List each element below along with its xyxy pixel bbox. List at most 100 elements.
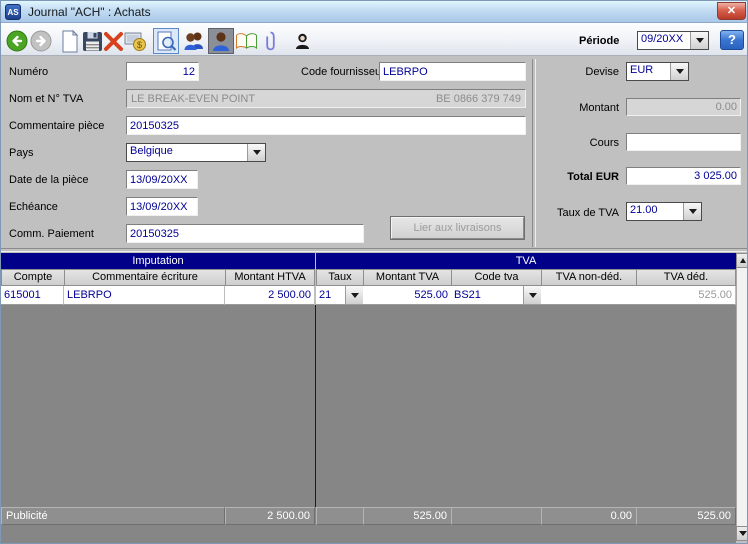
summary-montant-htva: 2 500.00 [225, 507, 315, 525]
devise-value: EUR [630, 64, 654, 76]
summary-code-tva [451, 507, 542, 525]
chevron-down-icon[interactable] [523, 286, 541, 304]
paperclip-icon [265, 31, 275, 50]
taux-tva-select[interactable]: 21.00 [626, 202, 702, 221]
cell-tva-non-ded[interactable] [541, 286, 637, 305]
group-header-tva: TVA [316, 253, 736, 269]
summary-tva-ded: 525.00 [636, 507, 736, 525]
col-header-tva-non-ded[interactable]: TVA non-déd. [541, 269, 637, 286]
devise-label: Devise [585, 66, 619, 78]
code-fournisseur-input[interactable] [379, 62, 526, 81]
new-document-icon [62, 29, 79, 52]
cell-commentaire[interactable]: LEBRPO [64, 286, 225, 305]
cell-montant-tva[interactable]: 525.00 [363, 286, 452, 305]
cell-taux[interactable]: 21 [316, 286, 364, 305]
col-header-montant-htva[interactable]: Montant HTVA [225, 269, 315, 286]
taux-tva-label: Taux de TVA [557, 207, 619, 219]
cell-code-tva[interactable]: BS21 [451, 286, 542, 305]
col-header-compte[interactable]: Compte [1, 269, 65, 286]
summary-tva-non-ded: 0.00 [541, 507, 637, 525]
montant-input [626, 98, 741, 116]
fournisseur-vat-number: BE 0866 379 749 [435, 92, 521, 105]
echeance-label: Echéance [9, 201, 58, 213]
search-document-button[interactable] [153, 28, 179, 54]
summary-montant-tva: 525.00 [363, 507, 452, 525]
scroll-up-button[interactable] [736, 253, 747, 268]
window-title: Journal "ACH" : Achats [28, 5, 151, 19]
period-value: 09/20XX [641, 33, 684, 45]
chevron-down-icon[interactable] [683, 203, 701, 220]
fournisseur-name: LE BREAK-EVEN POINT [131, 92, 256, 105]
cell-tva-ded: 525.00 [636, 286, 736, 305]
chevron-down-icon[interactable] [690, 32, 708, 49]
title-bar: AS Journal "ACH" : Achats [1, 1, 747, 23]
pays-value: Belgique [130, 145, 173, 157]
attachment-button[interactable] [257, 28, 283, 54]
cours-input[interactable] [626, 133, 741, 151]
form-vertical-divider [532, 59, 536, 247]
code-fournisseur-label: Code fournisseur [301, 66, 385, 78]
svg-text:$: $ [137, 40, 142, 50]
period-select[interactable]: 09/20XX [637, 31, 709, 50]
date-piece-label: Date de la pièce [9, 174, 89, 186]
scroll-down-button[interactable] [736, 526, 747, 541]
chevron-down-icon[interactable] [670, 63, 688, 80]
cell-compte[interactable]: 615001 [1, 286, 64, 305]
grid-section-divider [315, 305, 316, 507]
vertical-scrollbar[interactable] [736, 253, 747, 541]
pays-select[interactable]: Belgique [126, 143, 266, 162]
form-bottom-divider [1, 248, 747, 252]
code-tva-value: BS21 [454, 289, 481, 301]
comm-paiement-input[interactable] [126, 224, 364, 243]
summary-account-label: Publicité [1, 507, 225, 525]
nom-tva-field: LE BREAK-EVEN POINT BE 0866 379 749 [126, 89, 526, 108]
triangle-up-icon [739, 258, 746, 263]
total-eur-label: Total EUR [567, 171, 619, 183]
commentaire-piece-input[interactable] [126, 116, 526, 135]
montant-label: Montant [579, 102, 619, 114]
chevron-down-icon[interactable] [247, 144, 265, 161]
devise-select[interactable]: EUR [626, 62, 689, 81]
journal-window: AS Journal "ACH" : Achats ✕ $ Période 09… [0, 0, 748, 544]
taux-tva-value: 21.00 [630, 204, 658, 216]
user-icon [213, 31, 229, 51]
col-header-code-tva[interactable]: Code tva [451, 269, 542, 286]
cash-icon: $ [124, 32, 146, 51]
numero-input[interactable] [126, 62, 199, 81]
group-header-imputation: Imputation [1, 253, 315, 269]
cours-label: Cours [589, 137, 619, 149]
total-eur-input[interactable] [626, 167, 741, 185]
cash-button[interactable]: $ [122, 28, 148, 54]
app-icon: AS [5, 4, 21, 20]
pays-label: Pays [9, 147, 34, 159]
search-document-icon [157, 31, 176, 51]
col-header-taux[interactable]: Taux [316, 269, 364, 286]
date-piece-input[interactable] [126, 170, 198, 189]
forward-icon [30, 30, 52, 52]
lier-livraisons-button[interactable]: Lier aux livraisons [391, 217, 524, 239]
book-button[interactable] [233, 28, 259, 54]
help-button[interactable]: ? [720, 30, 744, 50]
book-icon [235, 32, 257, 49]
echeance-input[interactable] [126, 197, 198, 216]
users-button[interactable] [181, 28, 207, 54]
user-button[interactable] [208, 28, 234, 54]
cell-montant-htva[interactable]: 2 500.00 [225, 286, 315, 305]
summary-taux [316, 507, 364, 525]
col-header-tva-ded[interactable]: TVA déd. [636, 269, 736, 286]
nom-tva-label: Nom et N° TVA [9, 93, 84, 105]
person-icon [295, 33, 309, 49]
numero-label: Numéro [9, 66, 49, 78]
period-label: Période [579, 35, 620, 47]
taux-value: 21 [319, 289, 332, 301]
close-button[interactable]: ✕ [717, 2, 746, 20]
comm-paiement-label: Comm. Paiement [9, 228, 94, 240]
person-button[interactable] [289, 28, 315, 54]
users-icon [184, 32, 203, 50]
triangle-down-icon [738, 531, 747, 536]
forward-button[interactable] [28, 28, 54, 54]
back-button[interactable] [4, 28, 30, 54]
col-header-montant-tva[interactable]: Montant TVA [363, 269, 452, 286]
chevron-down-icon[interactable] [345, 286, 363, 304]
col-header-commentaire[interactable]: Commentaire écriture [64, 269, 226, 286]
